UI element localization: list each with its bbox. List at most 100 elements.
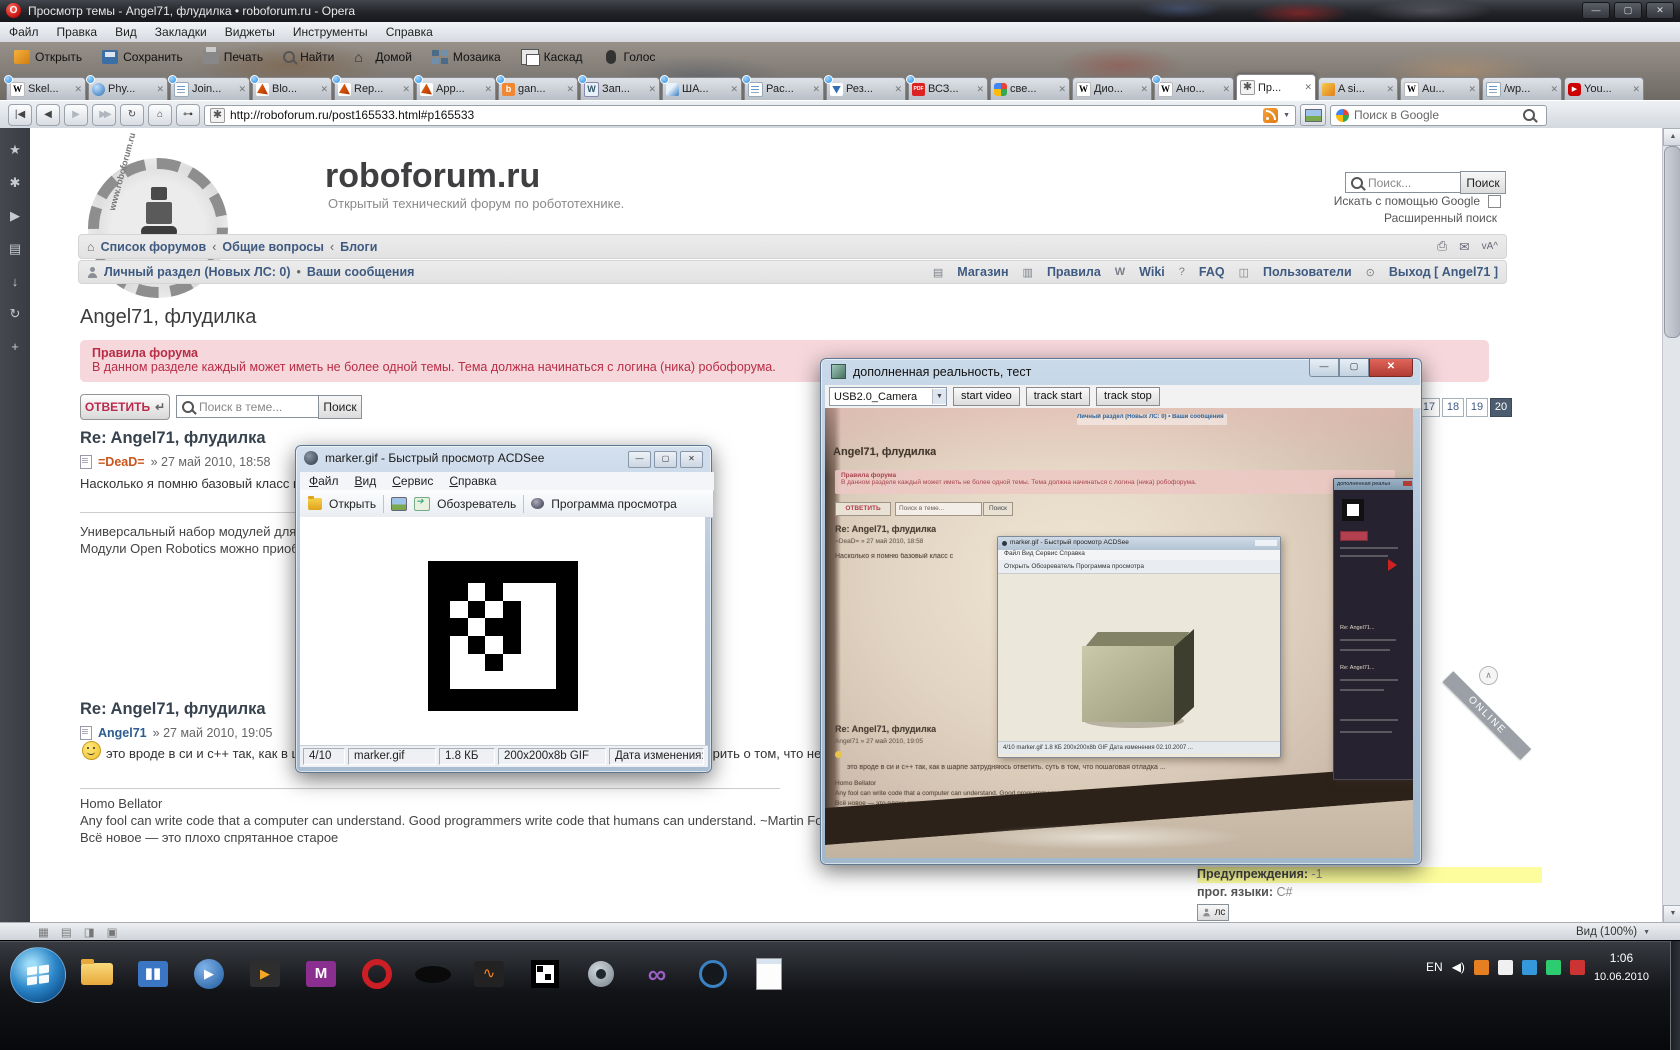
save-button[interactable]: Сохранить (94, 47, 191, 67)
tab-1[interactable]: WSkel...✕ (6, 77, 86, 100)
wiki-link[interactable]: Wiki (1139, 265, 1165, 279)
url-field[interactable]: ✱ http://roboforum.ru/post165533.html#p1… (204, 105, 1296, 126)
breadcrumb-general[interactable]: Общие вопросы (222, 240, 324, 254)
taskbar-notepad-icon[interactable] (746, 951, 792, 997)
pm-button[interactable]: лс (1197, 904, 1229, 921)
google-search-field[interactable]: Поиск в Google (1330, 105, 1547, 126)
acdsee-menu-view[interactable]: Вид (355, 474, 377, 488)
taskbar-bat-icon[interactable] (410, 951, 456, 997)
tab-5[interactable]: Rep...✕ (334, 77, 414, 100)
back-to-top-button[interactable]: ∧ (1479, 666, 1498, 685)
voice-button[interactable]: Голос (595, 47, 664, 67)
acdsee-minimize-button[interactable]: — (628, 451, 651, 468)
tab-close-icon[interactable]: ✕ (566, 84, 574, 95)
acdsee-viewer-button[interactable]: Программа просмотра (551, 497, 677, 511)
tab-7[interactable]: bgan...✕ (498, 77, 578, 100)
tab-8[interactable]: WЗап...✕ (580, 77, 660, 100)
prev-image-icon[interactable] (391, 497, 407, 511)
acdsee-open-button[interactable]: Открыть (329, 497, 376, 511)
tab-close-icon[interactable]: ✕ (976, 84, 984, 95)
ar-titlebar[interactable]: дополненная реальность, тест (831, 364, 1031, 379)
ar-close-button[interactable]: ✕ (1369, 359, 1413, 377)
images-toggle-button[interactable] (1300, 104, 1326, 126)
bookmarks-panel-icon[interactable]: ★ (9, 142, 21, 158)
open-button[interactable]: Открыть (6, 47, 90, 67)
post1-author[interactable]: =DeaD= (98, 455, 145, 469)
tab-close-icon[interactable]: ✕ (402, 84, 410, 95)
menu-view[interactable]: Вид (106, 25, 146, 39)
tab-close-icon[interactable]: ✕ (648, 84, 656, 95)
tile-button[interactable]: Мозаика (424, 47, 509, 67)
notes-panel-icon[interactable]: ▤ (9, 241, 21, 257)
taskbar-explorer-icon[interactable] (74, 951, 120, 997)
taskbar-opera-icon[interactable] (354, 951, 400, 997)
widgets-panel-icon[interactable]: ✱ (10, 175, 21, 191)
reply-button[interactable]: ОТВЕТИТЬ↵ (80, 394, 170, 420)
panels-toggle-icon[interactable]: ▦ (38, 925, 49, 939)
personal-section-link[interactable]: Личный раздел (Новых ЛС: 0) (104, 265, 291, 279)
print-view-icon[interactable]: ⎙ (1437, 239, 1447, 254)
acdsee-menu-service[interactable]: Сервис (392, 474, 433, 488)
ar-maximize-button[interactable]: ▢ (1339, 359, 1369, 377)
tray-icon-blue[interactable] (1522, 960, 1537, 975)
tab-close-icon[interactable]: ✕ (1140, 84, 1148, 95)
topic-search-input[interactable]: Поиск в теме... (176, 395, 320, 418)
tab-6[interactable]: App...✕ (416, 77, 496, 100)
tab-17[interactable]: A si...✕ (1318, 77, 1398, 100)
tab-19[interactable]: /wp...✕ (1482, 77, 1562, 100)
google-search-checkbox[interactable] (1488, 195, 1501, 208)
maximize-button[interactable]: ▢ (1614, 2, 1642, 19)
taskbar-player-icon[interactable]: ▶ (242, 951, 288, 997)
taskbar-visual-studio-icon[interactable]: ∞ (634, 951, 680, 997)
fast-forward-button[interactable]: ▶▶ (92, 104, 116, 126)
forward-button[interactable]: ▶ (64, 104, 88, 126)
taskbar-clock[interactable]: 1:06 10.06.2010 (1594, 949, 1649, 986)
scroll-down-icon[interactable]: ▼ (1663, 905, 1680, 923)
tab-close-icon[interactable]: ✕ (1550, 84, 1558, 95)
next-image-icon[interactable] (414, 497, 430, 511)
tab-close-icon[interactable]: ✕ (812, 84, 820, 95)
tab-close-icon[interactable]: ✕ (1304, 82, 1312, 93)
tab-4[interactable]: Blo...✕ (252, 77, 332, 100)
acdsee-menu-file[interactable]: Файл (309, 474, 339, 488)
scroll-up-icon[interactable]: ▲ (1663, 128, 1680, 146)
advanced-search-link[interactable]: Расширенный поиск (1300, 211, 1497, 225)
key-icon[interactable]: ⊶ (176, 104, 200, 126)
topic-search-button[interactable]: Поиск (318, 395, 362, 419)
breadcrumb-blogs[interactable]: Блоги (340, 240, 377, 254)
tab-16[interactable]: ✱Пр...✕ (1236, 74, 1316, 100)
acdsee-close-button[interactable]: ✕ (680, 451, 703, 468)
acdsee-browser-button[interactable]: Обозреватель (437, 497, 516, 511)
rules-link[interactable]: Правила (1047, 265, 1101, 279)
start-video-button[interactable]: start video (953, 387, 1020, 406)
tab-9[interactable]: ША...✕ (662, 77, 742, 100)
taskbar-camera-lens-icon[interactable] (690, 951, 736, 997)
shop-link[interactable]: Магазин (957, 265, 1008, 279)
post2-title[interactable]: Re: Angel71, флудилка (80, 700, 266, 719)
reload-button[interactable]: ↻ (120, 104, 144, 126)
tab-close-icon[interactable]: ✕ (156, 84, 164, 95)
add-panel-icon[interactable]: + (11, 339, 19, 354)
language-indicator[interactable]: EN (1426, 960, 1443, 974)
tab-20[interactable]: ▶You...✕ (1564, 77, 1644, 100)
first-page-button[interactable]: |◀ (8, 104, 32, 126)
tab-2[interactable]: Phy...✕ (88, 77, 168, 100)
track-start-button[interactable]: track start (1026, 387, 1090, 406)
taskbar-aimp-icon[interactable]: ∿ (466, 951, 512, 997)
scrollbar-thumb[interactable] (1664, 146, 1680, 338)
tray-icon-green[interactable] (1546, 960, 1561, 975)
font-size-tool[interactable]: vA^ (1482, 241, 1498, 252)
acdsee-maximize-button[interactable]: ▢ (654, 451, 677, 468)
track-stop-button[interactable]: track stop (1096, 387, 1160, 406)
menu-widgets[interactable]: Виджеты (216, 25, 284, 39)
taskbar-wmp-icon[interactable]: ▶ (186, 951, 232, 997)
page-19[interactable]: 19 (1466, 398, 1488, 417)
acdsee-menu-help[interactable]: Справка (449, 474, 496, 488)
status-icon[interactable]: ▣ (107, 925, 118, 939)
back-button[interactable]: ◀ (36, 104, 60, 126)
status-icon[interactable]: ▤ (61, 925, 72, 939)
status-icon[interactable]: ◨ (84, 925, 95, 939)
taskbar-messenger-icon[interactable]: M (298, 951, 344, 997)
your-messages-link[interactable]: Ваши сообщения (307, 265, 415, 279)
links-panel-icon[interactable]: ▶ (10, 208, 20, 224)
